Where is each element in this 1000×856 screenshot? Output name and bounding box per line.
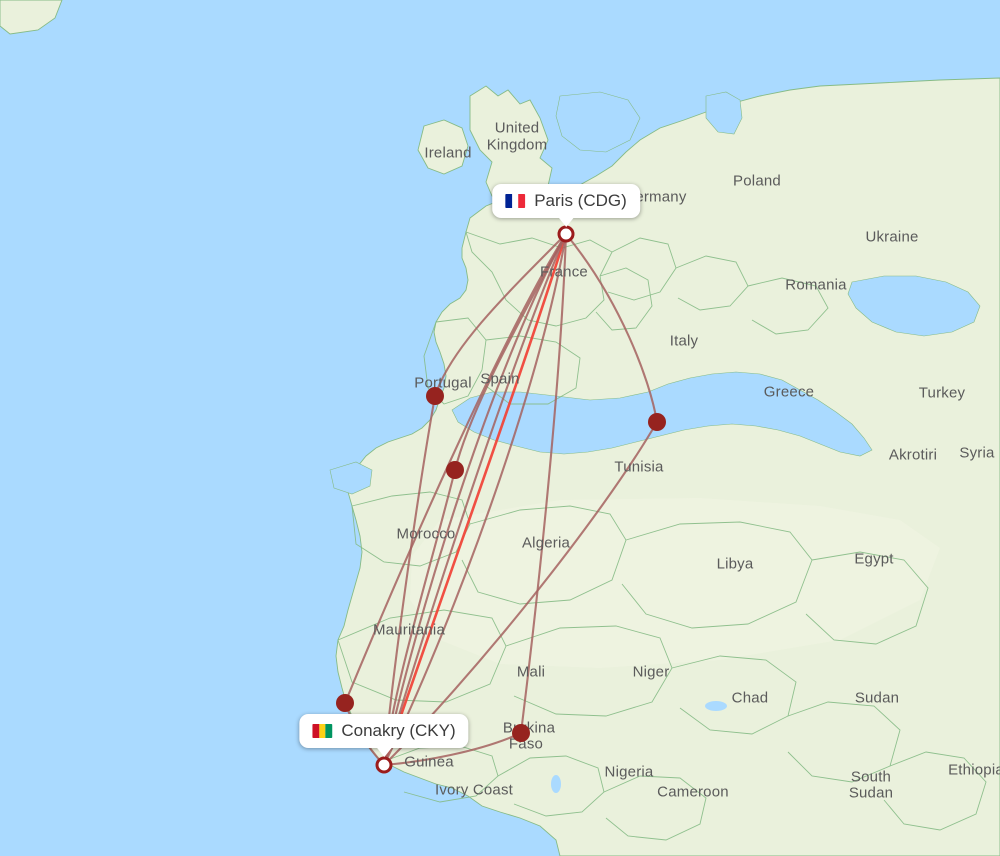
ouagadougou-stop[interactable] (512, 724, 530, 742)
guinea-flag-icon (312, 724, 333, 738)
destination-label-tooltip[interactable]: Conakry (CKY) (299, 714, 469, 757)
origin-label-tooltip[interactable]: Paris (CDG) (492, 184, 640, 227)
route-via-dakar (343, 232, 568, 767)
flight-route-map[interactable]: Ireland United Kingdom Germany Poland Ukraine… (0, 0, 1000, 856)
france-flag-icon (505, 194, 526, 208)
lisbon-stop[interactable] (426, 387, 444, 405)
route-direct-cdg-cky (382, 232, 568, 767)
destination-label-text: Conakry (CKY) (341, 721, 456, 740)
tunis-stop[interactable] (648, 413, 666, 431)
origin-pin-paris[interactable] (557, 225, 575, 243)
destination-pin-conakry[interactable] (375, 756, 393, 774)
dakar-stop[interactable] (336, 694, 354, 712)
route-lines-layer (343, 232, 659, 767)
origin-label-text: Paris (CDG) (534, 191, 627, 210)
casablanca-stop[interactable] (446, 461, 464, 479)
